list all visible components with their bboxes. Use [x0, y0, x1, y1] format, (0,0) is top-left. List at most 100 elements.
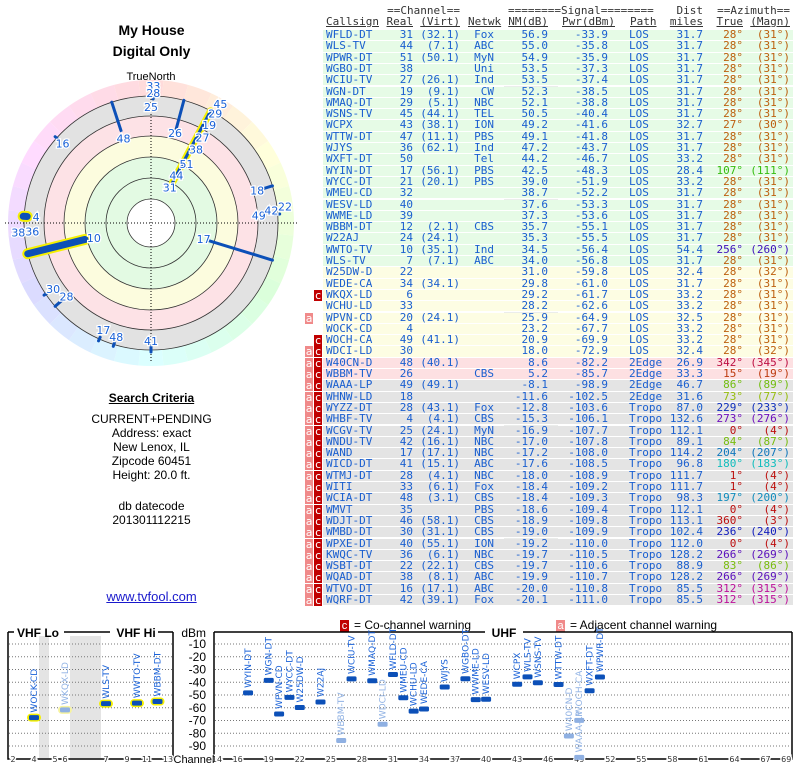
radar-channel-label: 48 — [109, 331, 123, 344]
station-row[interactable]: WQRF-DT 42 (39.1) Fox -20.1 -111.0 Tropo 85.5 31… — [323, 593, 793, 607]
station-bar[interactable] — [387, 671, 398, 677]
station-bar[interactable] — [274, 711, 285, 717]
station-bar[interactable] — [377, 721, 388, 727]
station-bar[interactable] — [460, 676, 471, 682]
x-tick-label: 52 — [605, 755, 615, 764]
station-bar[interactable] — [315, 699, 326, 705]
column-header-azimuth-magnetic: (Magn) — [750, 15, 790, 28]
station-row[interactable]: WCIA-DT 48 (3.1) CBS -18.4 -109.3 Tropo 98.3 197… — [323, 492, 793, 505]
radar-channel-label: 22 — [278, 201, 292, 214]
station-bar-label: WOCH-CA — [575, 670, 585, 716]
station-bar-label: WLS-TV — [524, 637, 534, 672]
station-bar[interactable] — [563, 733, 574, 739]
station-bar-label: WCIU-TV — [348, 635, 358, 674]
station-row[interactable]: WTMJ-DT 28 (4.1) NBC -18.0 -108.9 Tropo 111.7 1°… — [323, 469, 793, 482]
station-bar[interactable] — [408, 708, 419, 714]
station-row[interactable]: WICD-DT 41 (15.1) ABC -17.6 -108.5 Tropo 96.8 18… — [323, 458, 793, 471]
adjacent-channel-warning-icon: a — [305, 571, 313, 585]
x-tick-label: 5 — [52, 755, 57, 764]
network: CBS — [474, 220, 494, 234]
network: ABC — [474, 254, 494, 267]
station-bar[interactable] — [481, 696, 492, 702]
station-bar[interactable] — [470, 697, 481, 703]
station-bar[interactable] — [101, 701, 111, 707]
radar-channel-label: 26 — [168, 127, 182, 140]
station-bar[interactable] — [294, 704, 305, 710]
station-bar[interactable] — [284, 694, 295, 700]
co-channel-warning-icon: c — [314, 537, 322, 551]
co-channel-warning-icon: c — [314, 458, 322, 472]
station-bar[interactable] — [439, 684, 450, 690]
virtual-channel: (7.1) — [426, 254, 460, 267]
station-row[interactable]: WMBD-DT 30 (31.1) CBS -19.0 -109.9 Tropo 102.4 2… — [323, 526, 793, 539]
station-row[interactable]: WHBF-TV 4 (4.1) CBS -15.3 -106.1 Tropo 132.6 273… — [323, 413, 793, 426]
virtual-channel: (40.1) — [420, 355, 460, 369]
station-bar[interactable] — [398, 695, 409, 701]
column-header-callsign: Callsign — [326, 15, 379, 28]
adjacent-channel-warning-icon: a — [305, 345, 313, 359]
station-bar[interactable] — [512, 681, 523, 687]
station-bar[interactable] — [263, 677, 274, 683]
station-bar[interactable] — [29, 715, 39, 721]
radar-channel-label: 42 — [264, 204, 278, 217]
search-criteria-heading: Search Criteria — [108, 391, 195, 405]
radar-station-line — [97, 335, 102, 343]
co-channel-warning-icon: c — [314, 594, 322, 607]
x-tick-label: 13 — [163, 755, 173, 764]
co-channel-warning-icon: c — [314, 345, 322, 359]
radar-channel-label: 4 — [33, 211, 40, 224]
station-bar[interactable] — [419, 706, 429, 712]
station-bar[interactable] — [336, 738, 347, 744]
station-bar[interactable] — [132, 700, 142, 706]
x-tick-label: 43 — [512, 755, 522, 764]
column-header-nm-db: NM(dB) — [508, 15, 548, 28]
azimuth-true: 312° — [716, 593, 744, 606]
radar-channel-label: 27 — [196, 131, 210, 144]
station-bar[interactable] — [584, 688, 595, 694]
station-bar-label: WESV-LD — [482, 653, 492, 694]
station-bar[interactable] — [574, 754, 585, 760]
station-bar[interactable] — [346, 676, 357, 682]
station-bar[interactable] — [532, 680, 543, 686]
azimuth-magnetic: (315°) — [750, 593, 790, 606]
x-tick-label: 64 — [729, 755, 739, 764]
station-bar[interactable] — [522, 674, 533, 680]
column-header-network: Netwk — [468, 15, 502, 28]
co-channel-warning-icon: c — [314, 424, 322, 438]
station-bar-label: WTTW-DT — [555, 635, 565, 679]
x-tick-label: 7 — [103, 755, 108, 764]
co-channel-warning-icon: c — [314, 503, 322, 517]
adjacent-channel-warning-icon: a — [305, 413, 313, 427]
y-tick-label: -90 — [189, 739, 207, 753]
station-bar[interactable] — [367, 678, 378, 684]
x-tick-label: 16 — [233, 755, 243, 764]
station-bar-label: WGN-DT — [265, 637, 275, 676]
station-bar[interactable] — [243, 690, 254, 696]
station-bar-label: WKQX-LD — [61, 662, 71, 705]
true-north-label: TrueNorth — [126, 71, 175, 83]
adjacent-channel-warning-icon: a — [305, 526, 313, 540]
station-bar-label: W25DW-D — [296, 656, 306, 702]
channel-spectrum-chart: -10-20-30-40-50-60-70-80-90dBmVHF Lo VHF … — [7, 626, 793, 766]
station-bar-label: WWTO-TV — [133, 653, 143, 699]
station-bar[interactable] — [553, 682, 564, 688]
station-bar[interactable] — [60, 707, 70, 713]
column-header-azimuth-true: True — [716, 15, 744, 28]
db-datecode-label: db datecode — [118, 499, 185, 513]
x-tick-label: 6 — [62, 755, 67, 764]
co-channel-warning-icon: c — [314, 379, 322, 393]
station-bar-label: W22AJ — [317, 668, 327, 697]
x-tick-label: 31 — [388, 755, 398, 764]
tvfool-link[interactable]: www.tvfool.com — [0, 589, 303, 604]
adjacent-channel-warning-icon: a — [305, 492, 313, 506]
co-channel-warning-icon: c — [314, 526, 322, 540]
station-bar-label: WYIN-DT — [244, 648, 254, 688]
vhf-gap-band — [39, 636, 49, 758]
station-bar[interactable] — [152, 699, 163, 705]
station-bar[interactable] — [574, 717, 585, 723]
station-bar-label: WBBM-TV — [337, 692, 347, 736]
y-axis-label: dBm — [181, 626, 206, 640]
station-bar[interactable] — [594, 674, 605, 680]
adjacent-channel-warning-icon: a — [305, 594, 313, 607]
station-bar-label: WSNS-TV — [534, 636, 544, 678]
